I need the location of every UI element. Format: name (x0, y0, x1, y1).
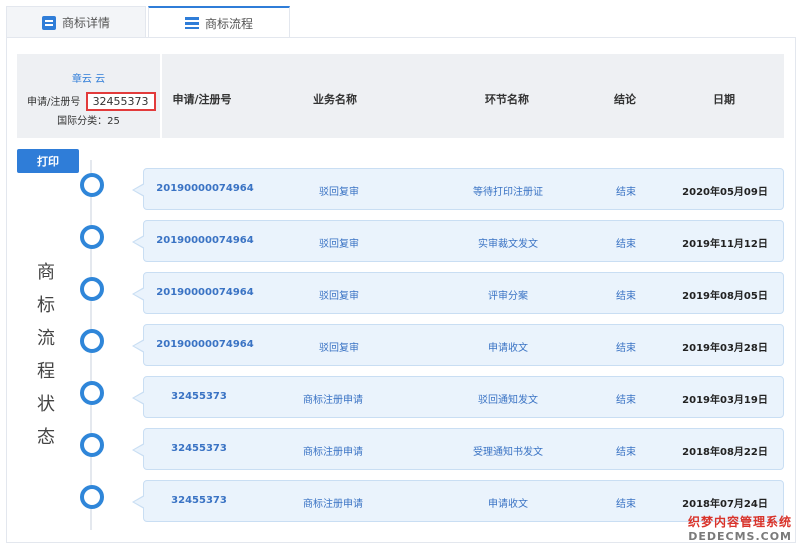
row-stage-name: 评审分案 (488, 291, 528, 302)
header-reg-number: 申请/注册号 (172, 93, 232, 106)
timeline-node (80, 381, 104, 405)
row-date: 2019年08月05日 (682, 291, 768, 302)
timeline-node (80, 485, 104, 509)
timeline-node (80, 225, 104, 249)
row-date: 2018年08月22日 (682, 447, 768, 458)
row-result: 结束 (616, 499, 636, 510)
row-business-name: 商标注册申请 (303, 447, 363, 458)
tab-trademark-details[interactable]: 商标详情 (6, 6, 146, 38)
row-stage-name: 等待打印注册证 (473, 187, 543, 198)
row-reg-number[interactable]: 20190000074964 (156, 235, 253, 246)
row-stage-name: 实审裁文发文 (478, 239, 538, 250)
process-row: 20190000074964 驳回复审 实审裁文发文 结束 2019年11月12… (132, 220, 784, 262)
timeline-node (80, 433, 104, 457)
row-result: 结束 (616, 395, 636, 406)
watermark-line-1: 织梦内容管理系统 (687, 515, 792, 529)
row-result: 结束 (616, 447, 636, 458)
header-date: 日期 (713, 93, 735, 106)
row-business-name: 驳回复审 (319, 291, 359, 302)
row-reg-number[interactable]: 20190000074964 (156, 339, 253, 350)
row-result: 结束 (616, 187, 636, 198)
process-row: 20190000074964 驳回复审 等待打印注册证 结束 2020年05月0… (132, 168, 784, 210)
tab-bar: 商标详情 商标流程 (0, 0, 800, 38)
timeline-node (80, 329, 104, 353)
trademark-name: 章云 云 (71, 74, 106, 85)
row-reg-number[interactable]: 32455373 (171, 391, 227, 402)
title-char: 商 (37, 262, 55, 283)
process-row: 20190000074964 驳回复审 申请收文 结束 2019年03月28日 (132, 324, 784, 366)
registration-line: 申请/注册号 32455373 (27, 92, 156, 111)
row-business-name: 驳回复审 (319, 239, 359, 250)
tab-label: 商标详情 (61, 16, 110, 30)
row-stage-name: 申请收文 (488, 499, 528, 510)
process-status-title: 商 标 流 程 状 态 (34, 256, 58, 454)
row-business-name: 商标注册申请 (303, 395, 363, 406)
document-icon (41, 15, 56, 30)
timeline-node (80, 277, 104, 301)
process-row: 20190000074964 驳回复审 评审分案 结束 2019年08月05日 (132, 272, 784, 314)
row-result: 结束 (616, 291, 636, 302)
list-icon (184, 16, 199, 30)
tab-trademark-process[interactable]: 商标流程 (148, 6, 290, 38)
row-stage-name: 受理通知书发文 (473, 447, 543, 458)
row-result: 结束 (616, 343, 636, 354)
row-date: 2019年03月19日 (682, 395, 768, 406)
row-reg-number[interactable]: 32455373 (171, 443, 227, 454)
row-business-name: 驳回复审 (319, 187, 359, 198)
row-stage-name: 申请收文 (488, 343, 528, 354)
title-char: 状 (37, 394, 55, 415)
header-stage-name: 环节名称 (485, 93, 529, 106)
header-business-name: 业务名称 (313, 93, 357, 106)
row-date: 2020年05月09日 (682, 187, 768, 198)
process-row: 32455373 商标注册申请 受理通知书发文 结束 2018年08月22日 (132, 428, 784, 470)
timeline-node (80, 173, 104, 197)
row-date: 2019年03月28日 (682, 343, 768, 354)
header-result: 结论 (614, 93, 636, 106)
row-result: 结束 (616, 239, 636, 250)
row-reg-number[interactable]: 20190000074964 (156, 183, 253, 194)
row-date: 2018年07月24日 (682, 499, 768, 510)
trademark-info-box: 章云 云 申请/注册号 32455373 国际分类：25 (17, 54, 160, 138)
tab-label: 商标流程 (204, 16, 253, 31)
title-char: 标 (37, 295, 55, 316)
title-char: 流 (37, 328, 55, 349)
row-reg-number[interactable]: 20190000074964 (156, 287, 253, 298)
row-date: 2019年11月12日 (682, 239, 768, 250)
title-char: 程 (37, 361, 55, 382)
row-reg-number[interactable]: 32455373 (171, 495, 227, 506)
table-header: 申请/注册号 业务名称 环节名称 结论 日期 (162, 54, 784, 138)
row-business-name: 商标注册申请 (303, 499, 363, 510)
row-stage-name: 驳回通知发文 (478, 395, 538, 406)
watermark: 织梦内容管理系统 DEDECMS.COM (688, 513, 792, 543)
row-business-name: 驳回复审 (319, 343, 359, 354)
print-button[interactable]: 打印 (17, 149, 79, 173)
registration-label: 申请/注册号 (27, 97, 81, 108)
international-class: 国际分类：25 (57, 116, 120, 127)
title-char: 态 (37, 427, 55, 448)
watermark-line-2: DEDECMS.COM (688, 530, 792, 543)
registration-number-highlight: 32455373 (85, 92, 156, 111)
process-row: 32455373 商标注册申请 驳回通知发文 结束 2019年03月19日 (132, 376, 784, 418)
